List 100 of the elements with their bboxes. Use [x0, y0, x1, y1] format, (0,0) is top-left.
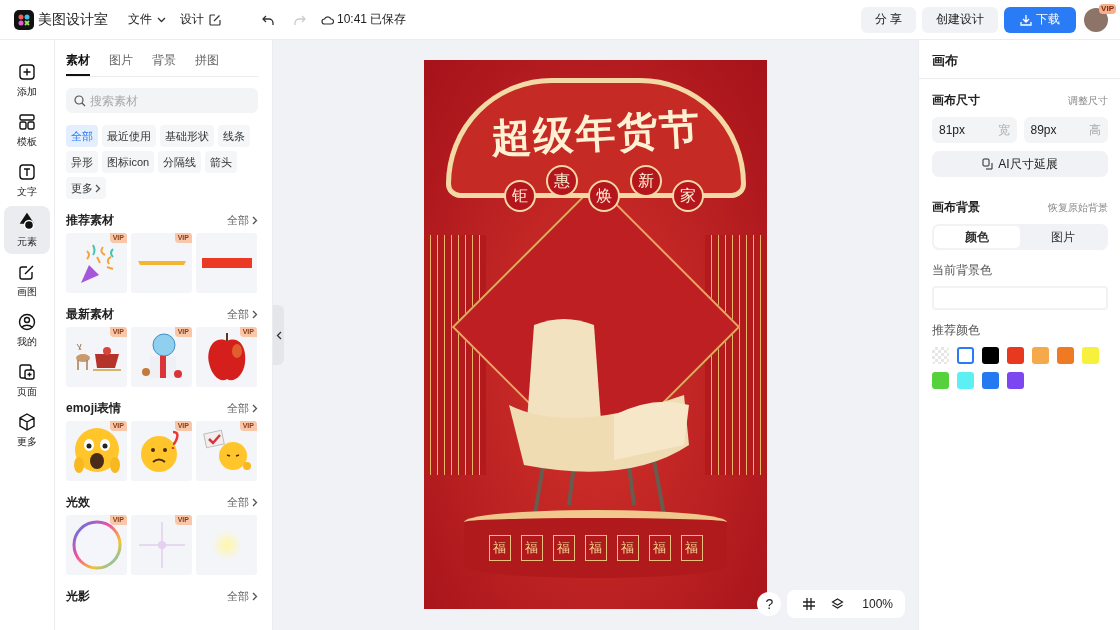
bubble-ring-drawing [70, 519, 123, 571]
color-swatch[interactable] [982, 372, 999, 389]
chevron-down-icon [157, 16, 166, 23]
color-swatch[interactable] [1007, 372, 1024, 389]
segment-tab[interactable]: 图片 [1020, 226, 1106, 248]
menu-button[interactable]: 文件 [128, 11, 166, 28]
zoom-level[interactable]: 100% [852, 597, 897, 611]
section-title: 推荐素材 [66, 213, 114, 228]
layers-icon[interactable] [831, 598, 845, 610]
section-title: 光影 [66, 589, 90, 604]
toolbar-button[interactable]: 分 享 [860, 6, 916, 33]
podium-character: 福 [648, 535, 671, 561]
filter-chip[interactable]: 异形 [66, 151, 98, 173]
seal-character: 钜 [504, 180, 536, 212]
section-title: emoji表情 [66, 401, 122, 416]
unit-label: 宽 [997, 121, 1010, 139]
panel-tab[interactable]: 图片 [109, 52, 133, 76]
color-swatch[interactable] [932, 347, 949, 364]
color-swatch[interactable] [957, 372, 974, 389]
collapse-handle[interactable] [273, 305, 284, 365]
edit-icon [209, 13, 221, 26]
color-swatch[interactable] [957, 347, 974, 364]
chevron-right-icon [252, 592, 258, 601]
podium-character: 福 [488, 535, 511, 561]
section-title: 光效 [66, 495, 90, 510]
filter-chip[interactable]: 线条 [218, 125, 250, 147]
section-label: 画布背景 [932, 199, 980, 216]
chevron-right-icon [252, 498, 258, 507]
color-swatch[interactable] [1057, 347, 1074, 364]
vip-badge: VIP [1099, 3, 1116, 14]
sidebar-item[interactable]: 更多 [4, 406, 50, 454]
filter-chip[interactable]: 全部 [66, 125, 98, 147]
filter-chip[interactable]: 最近使用 [102, 125, 156, 147]
sidebar-item[interactable]: 画图 [4, 256, 50, 304]
podium-character: 福 [680, 535, 703, 561]
color-swatch[interactable] [982, 347, 999, 364]
sidebar-item[interactable]: 页面 [4, 356, 50, 404]
page-icon [17, 361, 37, 382]
grid-icon[interactable] [803, 598, 816, 610]
chevron-right-icon [252, 216, 258, 225]
plus-icon [17, 61, 37, 82]
asset-tile[interactable] [196, 233, 257, 293]
view-all-link[interactable]: 全部 [227, 495, 258, 510]
view-all-link[interactable]: 全部 [227, 213, 258, 228]
panel-tab[interactable]: 素材 [66, 52, 90, 76]
panel-tab[interactable]: 拼图 [195, 52, 219, 76]
color-swatch[interactable] [932, 372, 949, 389]
view-all-link[interactable]: 全部 [227, 589, 258, 604]
view-all-link[interactable]: 全部 [227, 401, 258, 416]
sidebar-item[interactable]: 我的 [4, 306, 50, 354]
user-icon [17, 311, 37, 332]
resize-link[interactable]: 调整尺寸 [1068, 93, 1108, 108]
field-value: 81px [939, 123, 966, 137]
template-icon [17, 111, 37, 132]
section-title: 最新素材 [66, 307, 114, 322]
toolbar-button[interactable]: 创建设计 [922, 6, 998, 33]
download-button[interactable]: 下载 [1004, 6, 1076, 33]
field-value: 89px [1030, 123, 1057, 137]
sparkle-drawing [136, 520, 187, 570]
seal-character: 家 [672, 180, 704, 212]
restore-link[interactable]: 恢复原始背景 [1048, 200, 1108, 215]
help-button[interactable]: ? [757, 592, 782, 616]
podium-character: 福 [616, 535, 639, 561]
rectangle-shape-drawing [201, 258, 252, 268]
shapes-icon [17, 211, 37, 232]
poster-background[interactable]: 超级年货节 钜 惠 焕 新 家 福 福 福 福 福 福 福 [424, 60, 767, 609]
menu-button[interactable]: 设计 [180, 11, 221, 28]
asset-tile[interactable] [196, 515, 257, 575]
field-label: 推荐颜色 [932, 322, 981, 339]
sidebar-item[interactable]: 添加 [4, 56, 50, 104]
filter-chip[interactable]: 分隔线 [158, 151, 202, 173]
segment-tab[interactable]: 颜色 [934, 226, 1020, 248]
save-status: 10:41 已保存 [337, 11, 407, 28]
panel-tab[interactable]: 背景 [152, 52, 176, 76]
undo-icon[interactable] [261, 13, 275, 26]
podium-character: 福 [552, 535, 575, 561]
sidebar-item[interactable]: 元素 [4, 206, 50, 254]
dimension-field[interactable]: 89px 高 [1023, 117, 1108, 143]
chevron-right-icon [252, 404, 258, 413]
ai-extend-button[interactable]: AI尺寸延展 [932, 151, 1108, 177]
glow-drawing [211, 530, 242, 560]
filter-chip[interactable]: 基础形状 [160, 125, 214, 147]
chevron-left-icon [275, 330, 282, 340]
color-swatch[interactable] [1007, 347, 1024, 364]
view-all-link[interactable]: 全部 [227, 307, 258, 322]
sidebar-item[interactable]: 模板 [4, 106, 50, 154]
filter-chip[interactable]: 图标icon [102, 151, 155, 173]
search-field[interactable]: 搜索素材 [66, 88, 258, 113]
field-label: 当前背景色 [932, 262, 993, 279]
filter-chip[interactable]: 箭头 [205, 151, 238, 173]
logo-icon [14, 9, 34, 30]
podium-character: 福 [584, 535, 607, 561]
poster-headline: 超级年货节 [490, 105, 702, 161]
more-chip[interactable]: 更多 [66, 177, 106, 199]
podium-character: 福 [520, 535, 543, 561]
color-swatch[interactable] [1082, 347, 1099, 364]
color-swatch[interactable] [1032, 347, 1049, 364]
sidebar-item[interactable]: 文字 [4, 156, 50, 204]
dimension-field[interactable]: 81px 宽 [932, 117, 1017, 143]
text-icon [17, 161, 37, 182]
